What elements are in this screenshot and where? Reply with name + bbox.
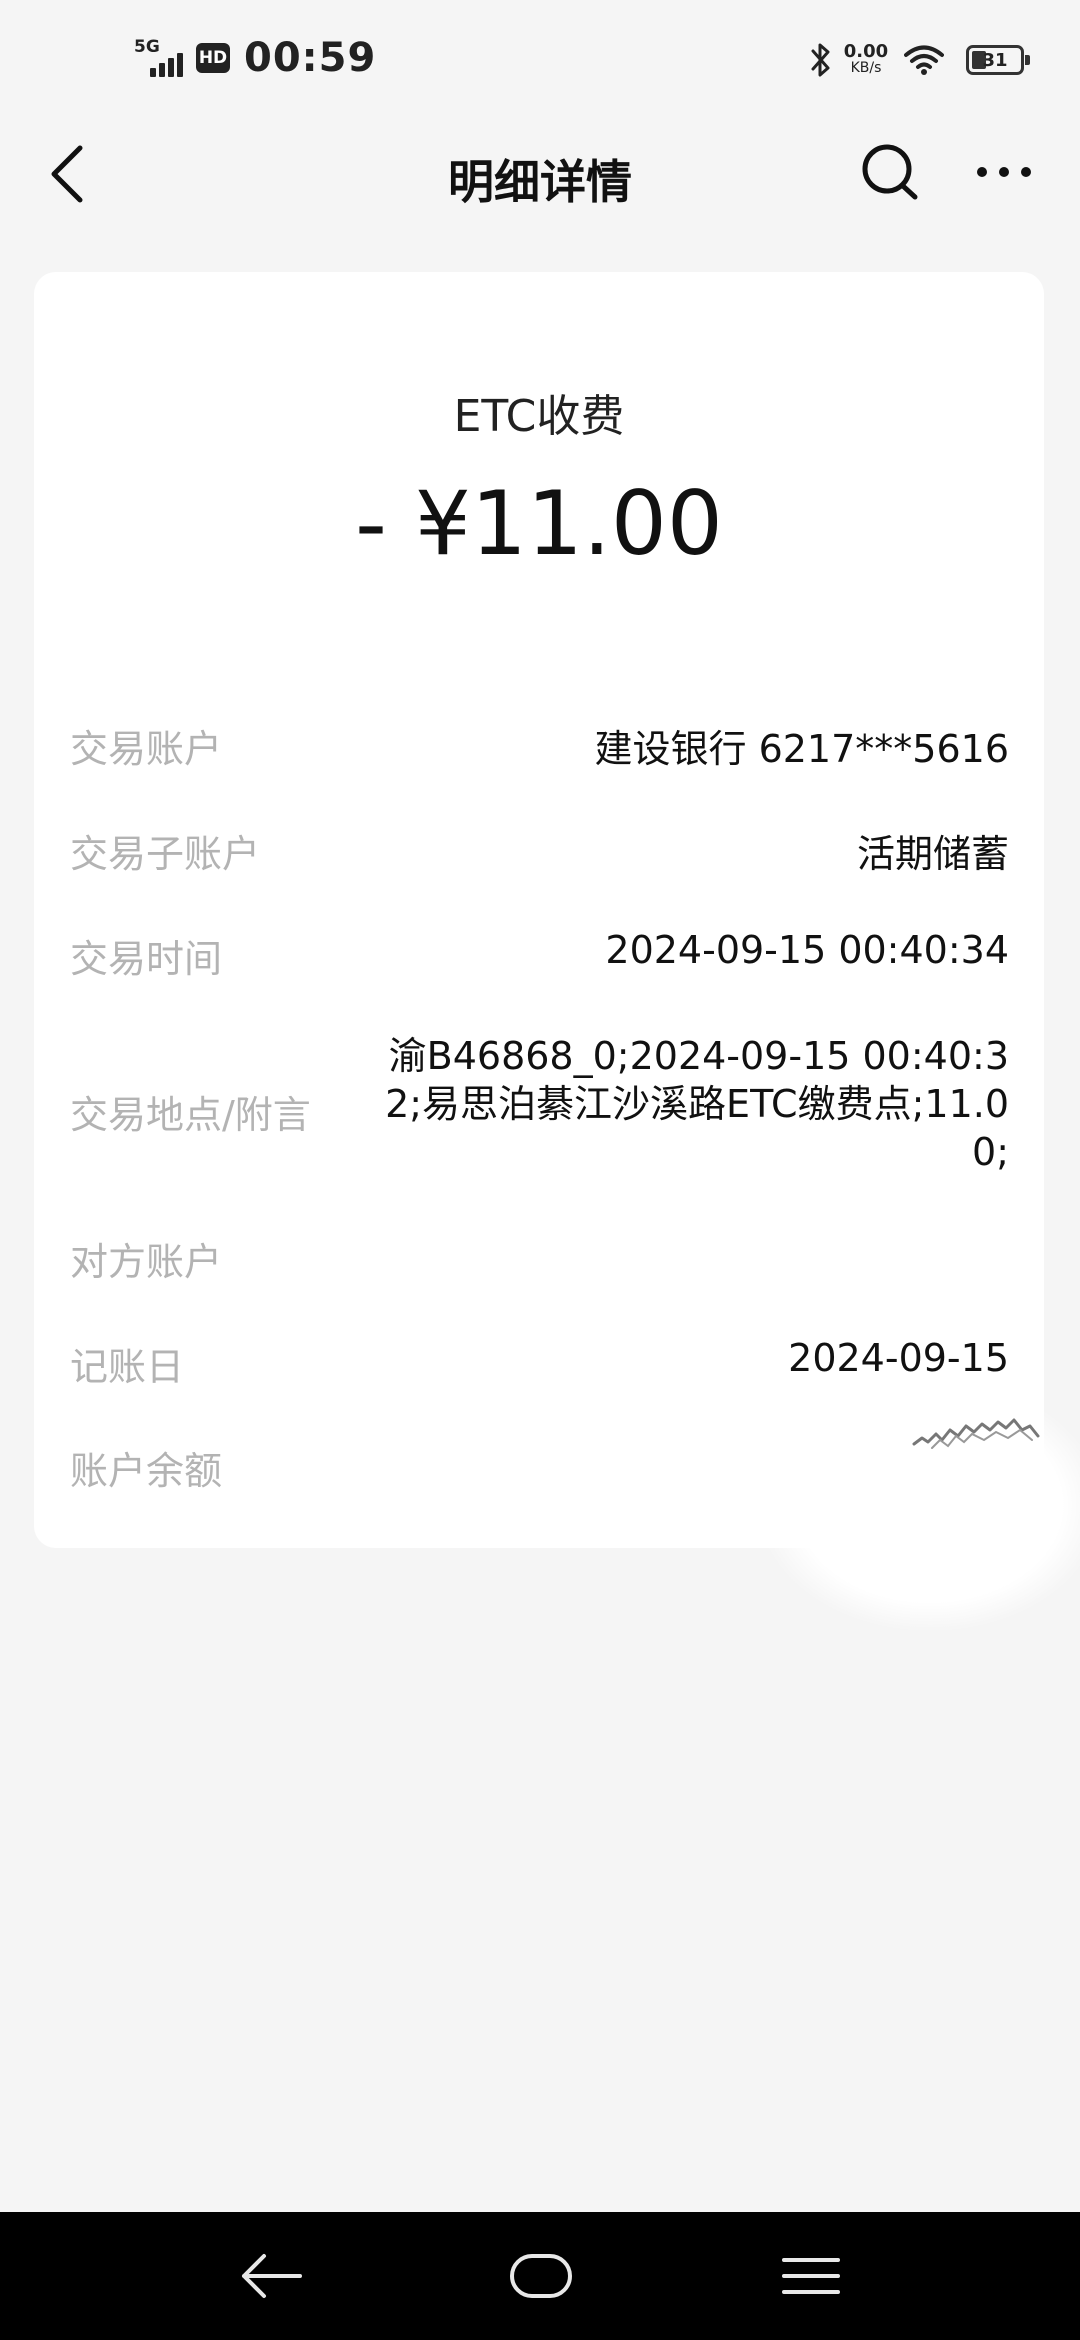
field-value: 渝B46868_0;2024-09-15 00:40:32;易思泊綦江沙溪路ET… [385, 1034, 1009, 1174]
field-value: 2024-09-15 [788, 1336, 1009, 1380]
status-bar: 5G HD 00:59 0.00 KB/s 31 [0, 0, 1080, 120]
redaction-ink-marks [912, 1418, 1040, 1449]
battery-level: 31 [982, 49, 1008, 71]
status-time: 00:59 [244, 35, 377, 81]
field-label: 交易账户 [70, 727, 223, 771]
transaction-type: ETC收费 [453, 391, 625, 442]
field-value: 2024-09-15 00:40:34 [605, 928, 1009, 972]
bluetooth-icon [811, 43, 830, 77]
back-arrow-icon[interactable] [230, 2244, 310, 2308]
wifi-icon [904, 45, 944, 75]
field-label: 账户余额 [70, 1449, 223, 1493]
field-value: 活期储蓄 [856, 832, 1009, 876]
field-label: 记账日 [70, 1345, 185, 1389]
status-bar-right: 0.00 KB/s 31 [808, 36, 1030, 84]
field-label: 交易子账户 [70, 832, 261, 876]
net-speed-value: 0.00 [843, 41, 889, 62]
more-horizontal-icon[interactable] [972, 152, 1036, 192]
network-speed: 0.00 KB/s [842, 43, 890, 77]
home-icon[interactable] [500, 2244, 580, 2308]
field-label: 交易时间 [70, 937, 223, 981]
field-value: 建设银行 6217***5616 [594, 727, 1010, 771]
status-bar-left: 5G HD 00:59 [134, 30, 376, 86]
transaction-detail-card: ETC收费 - ¥11.00 交易账户 建设银行 6217***5616 交易子… [34, 272, 1044, 1548]
signal-icon: 5G [134, 35, 190, 81]
field-label: 对方账户 [70, 1240, 223, 1284]
hd-icon: HD [196, 43, 230, 73]
header: 明细详情 [0, 120, 1080, 230]
menu-icon[interactable] [770, 2244, 850, 2308]
net-speed-unit: KB/s [850, 60, 882, 76]
battery-icon: 31 [966, 45, 1030, 75]
transaction-amount: - ¥11.00 [355, 472, 723, 575]
field-label: 交易地点/附言 [70, 1093, 311, 1137]
search-icon[interactable] [858, 140, 922, 204]
system-navigation-bar [0, 2212, 1080, 2340]
field-row-location-note: 交易地点/附言 渝B46868_0;2024-09-15 00:40:32;易思… [70, 1032, 1009, 1182]
